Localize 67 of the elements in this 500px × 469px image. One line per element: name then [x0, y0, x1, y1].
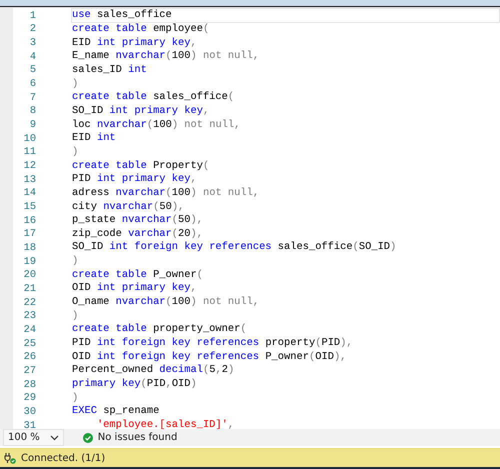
line-number: 22 [22, 296, 36, 309]
line-number: 14 [22, 187, 36, 200]
line-number: 18 [22, 242, 36, 254]
line-number: 20 [22, 269, 36, 282]
line-number: 2 [28, 23, 36, 36]
code-line: OID int foreign key references P_owner(OID), [71, 350, 348, 364]
line-number: 10 [22, 132, 36, 145]
line-number: 19 [22, 256, 36, 268]
line-number: 1 [28, 10, 36, 22]
code-line: EID int primary key, [71, 36, 198, 50]
line-number: 26 [22, 351, 36, 364]
code-line: create table employee( [71, 22, 210, 37]
line-number: 11 [22, 146, 36, 158]
code-line: 'employee.[sales_ID]', [96, 418, 236, 429]
code-line: EID int [71, 131, 117, 146]
code-line: loc nvarchar(100) not null, [71, 118, 242, 132]
line-number: 4 [28, 50, 36, 63]
code-line: O_name nvarchar(100) not null, [71, 295, 260, 310]
code-line: city nvarchar(50), [71, 200, 186, 214]
line-number: 31 [22, 420, 36, 429]
line-number: 27 [22, 364, 36, 377]
plug-icon [4, 452, 16, 464]
code-line: Percent_owned decimal(5,2) [71, 363, 236, 378]
line-number: 28 [22, 378, 36, 391]
code-line: ) [71, 308, 80, 324]
line-number: 16 [22, 214, 36, 227]
code-line: create table P_owner( [71, 268, 204, 282]
line-number: 8 [28, 105, 36, 118]
line-number: 13 [22, 174, 36, 186]
code-line: EXEC sp_rename [71, 404, 160, 420]
code-line: ) [71, 390, 80, 406]
code-line: PID int primary key, [71, 172, 198, 188]
zoom-dropdown[interactable]: 100 % [3, 429, 64, 446]
line-number: 15 [22, 201, 36, 214]
code-line: sales_ID int [71, 62, 148, 78]
code-line: ) [71, 144, 80, 160]
code-line: p_state nvarchar(50), [71, 213, 204, 228]
line-number: 17 [22, 228, 36, 240]
code-line: PID int foreign key references property(PID), [71, 336, 354, 352]
code-line: E_name nvarchar(100) not null, [71, 49, 260, 64]
code-line: ) [71, 76, 80, 92]
line-number: 29 [22, 392, 36, 404]
code-line: OID int primary key, [71, 281, 198, 296]
line-number: 23 [22, 310, 36, 322]
check-circle-icon [82, 432, 93, 442]
line-number: 25 [22, 338, 36, 350]
line-number: 5 [28, 64, 36, 76]
code-line: ) [71, 254, 80, 270]
caret-icon [50, 434, 59, 440]
code-line: zip_code varchar(20), [71, 226, 204, 242]
code-line: primary key(PID,OID) [71, 377, 198, 392]
code-line: create table Property( [71, 158, 210, 174]
line-number: 9 [28, 119, 36, 132]
line-number: 6 [28, 78, 36, 90]
line-number: 24 [22, 324, 36, 336]
line-number: 3 [28, 37, 36, 50]
line-number: 7 [28, 92, 36, 104]
connection-status: Connected. (1/1) [21, 452, 106, 464]
line-number: 12 [22, 160, 36, 172]
code-line: SO_ID int primary key, [71, 104, 210, 119]
line-number: 21 [22, 282, 36, 295]
code-line: adress nvarchar(100) not null, [71, 186, 260, 201]
code-line: create table sales_office( [71, 90, 236, 106]
code-line: SO_ID int foreign key references sales_office(SO_ID) [71, 240, 398, 256]
line-number: 30 [22, 406, 36, 418]
issues-status: No issues found [98, 432, 178, 443]
code-line: create table property_owner( [71, 322, 248, 338]
